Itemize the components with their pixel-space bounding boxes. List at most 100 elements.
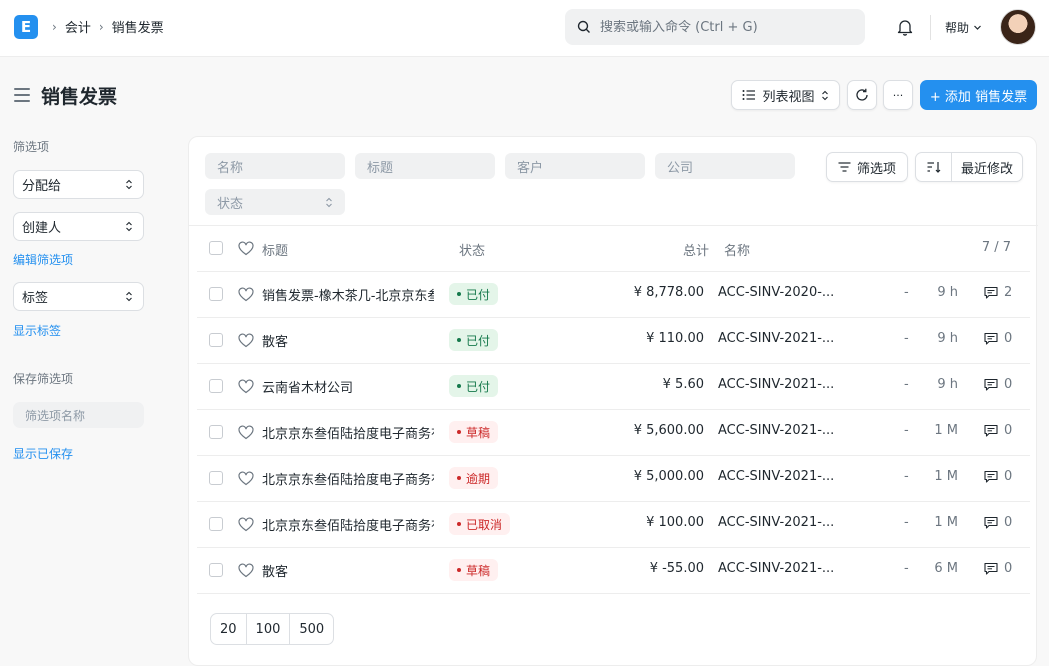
comment-icon <box>984 286 998 299</box>
app-logo[interactable]: E <box>14 15 38 39</box>
breadcrumb-accounting[interactable]: 会计 <box>65 17 91 36</box>
row-checkbox[interactable] <box>209 287 223 301</box>
status-badge: 已付 <box>449 283 499 305</box>
row-title[interactable]: 云南省木材公司 <box>262 377 434 396</box>
row-comments[interactable]: 0 <box>984 377 1012 392</box>
name-filter-input[interactable]: 名称 <box>205 153 345 179</box>
sort-label: 最近修改 <box>961 161 1014 177</box>
notification-bell-icon[interactable] <box>895 17 915 37</box>
heart-icon[interactable] <box>238 425 254 440</box>
saved-filters-heading: 保存筛选项 <box>13 372 74 386</box>
row-checkbox[interactable] <box>209 471 223 485</box>
table-row[interactable]: 北京京东叁佰陆拾度电子商务有限公司 草稿 ¥ 5,600.00 ACC-SINV… <box>189 409 1038 455</box>
row-divider <box>197 501 1030 502</box>
comment-count: 0 <box>1004 331 1013 346</box>
page-size-500[interactable]: 500 <box>290 614 333 644</box>
row-title[interactable]: 散客 <box>262 331 434 350</box>
heart-icon[interactable] <box>238 333 254 348</box>
row-divider <box>197 271 1030 272</box>
column-status: 状态 <box>459 244 486 259</box>
navbar-divider <box>930 15 931 40</box>
row-comments[interactable]: 0 <box>984 469 1012 484</box>
company-filter-input[interactable]: 公司 <box>655 153 795 179</box>
heart-icon[interactable] <box>238 563 254 578</box>
row-comments[interactable]: 0 <box>984 331 1012 346</box>
row-divider <box>197 547 1030 548</box>
row-comments[interactable]: 0 <box>984 423 1012 438</box>
row-name: ACC-SINV-2021-... <box>718 377 835 392</box>
sidebar-toggle-icon[interactable] <box>14 88 30 106</box>
title-filter-input[interactable]: 标题 <box>355 153 495 179</box>
more-actions-button[interactable]: ··· <box>883 80 913 110</box>
row-comments[interactable]: 0 <box>984 515 1012 530</box>
column-total: 总计 <box>682 244 709 259</box>
sort-direction-button[interactable] <box>916 153 952 181</box>
filter-name-input[interactable]: 筛选项名称 <box>13 402 144 428</box>
column-title: 标题 <box>262 244 289 259</box>
row-total: ¥ -55.00 <box>649 561 704 576</box>
add-sales-invoice-button[interactable]: + 添加 销售发票 <box>920 80 1037 110</box>
user-avatar[interactable] <box>1000 9 1036 45</box>
row-total: ¥ 110.00 <box>646 331 704 346</box>
heart-icon[interactable] <box>238 241 254 256</box>
select-arrows-icon <box>821 90 828 100</box>
status-badge: 草稿 <box>449 559 499 581</box>
comment-icon <box>984 562 998 575</box>
help-dropdown[interactable]: 帮助 <box>945 19 982 36</box>
filter-button[interactable]: 筛选项 <box>826 152 908 182</box>
comment-icon <box>984 424 998 437</box>
row-checkbox[interactable] <box>209 333 223 347</box>
created-by-select[interactable]: 创建人 <box>13 212 144 241</box>
status-badge: 已付 <box>449 375 499 397</box>
customer-filter-input[interactable]: 客户 <box>505 153 645 179</box>
row-comments[interactable]: 0 <box>984 561 1012 576</box>
search-input[interactable] <box>600 19 850 35</box>
table-row[interactable]: 散客 已付 ¥ 110.00 ACC-SINV-2021-... - 9 h 0 <box>189 317 1038 363</box>
row-title[interactable]: 销售发票-橡木茶几-北京京东叁佰陆拾度电子商务有限公司 <box>262 285 434 304</box>
row-checkbox[interactable] <box>209 517 223 531</box>
row-modified-time: 6 M <box>934 561 958 576</box>
table-row[interactable]: 散客 草稿 ¥ -55.00 ACC-SINV-2021-... - 6 M 0 <box>189 547 1038 593</box>
row-divider <box>197 455 1030 456</box>
status-filter-select[interactable]: 状态 <box>205 189 345 215</box>
heart-icon[interactable] <box>238 517 254 532</box>
row-checkbox[interactable] <box>209 563 223 577</box>
edit-filters-link[interactable]: 编辑筛选项 <box>13 251 73 268</box>
table-row[interactable]: 云南省木材公司 已付 ¥ 5.60 ACC-SINV-2021-... - 9 … <box>189 363 1038 409</box>
row-title[interactable]: 散客 <box>262 561 434 580</box>
table-row[interactable]: 北京京东叁佰陆拾度电子商务有限公司 已取消 ¥ 100.00 ACC-SINV-… <box>189 501 1038 547</box>
breadcrumb-sales-invoice[interactable]: 销售发票 <box>112 17 164 36</box>
sort-control[interactable]: 最近修改 <box>915 152 1023 182</box>
row-dash: - <box>904 469 909 484</box>
comment-icon <box>984 378 998 391</box>
row-title[interactable]: 北京京东叁佰陆拾度电子商务有限公司 <box>262 469 434 488</box>
row-title[interactable]: 北京京东叁佰陆拾度电子商务有限公司 <box>262 423 434 442</box>
assigned-to-select[interactable]: 分配给 <box>13 170 144 199</box>
search-bar[interactable] <box>565 9 865 45</box>
page-size-100[interactable]: 100 <box>247 614 291 644</box>
row-modified-time: 1 M <box>934 423 958 438</box>
assigned-to-label: 分配给 <box>22 179 62 194</box>
sort-descending-icon <box>927 162 940 173</box>
page-size-20[interactable]: 20 <box>211 614 247 644</box>
table-row[interactable]: 销售发票-橡木茶几-北京京东叁佰陆拾度电子商务有限公司 已付 ¥ 8,778.0… <box>189 271 1038 317</box>
heart-icon[interactable] <box>238 379 254 394</box>
row-name: ACC-SINV-2021-... <box>718 515 835 530</box>
show-tags-link[interactable]: 显示标签 <box>13 322 61 339</box>
refresh-button[interactable] <box>847 80 877 110</box>
heart-icon[interactable] <box>238 471 254 486</box>
row-divider <box>197 363 1030 364</box>
tags-select[interactable]: 标签 <box>13 282 144 311</box>
row-title[interactable]: 北京京东叁佰陆拾度电子商务有限公司 <box>262 515 434 534</box>
row-dash: - <box>904 561 909 576</box>
row-checkbox[interactable] <box>209 379 223 393</box>
list-view-button[interactable]: 列表视图 <box>731 80 840 110</box>
chevron-down-icon <box>974 25 981 30</box>
row-dash: - <box>904 331 909 346</box>
heart-icon[interactable] <box>238 287 254 302</box>
show-saved-link[interactable]: 显示已保存 <box>13 445 73 462</box>
select-all-checkbox[interactable] <box>209 241 223 255</box>
row-comments[interactable]: 2 <box>984 285 1012 300</box>
table-row[interactable]: 北京京东叁佰陆拾度电子商务有限公司 逾期 ¥ 5,000.00 ACC-SINV… <box>189 455 1038 501</box>
row-checkbox[interactable] <box>209 425 223 439</box>
